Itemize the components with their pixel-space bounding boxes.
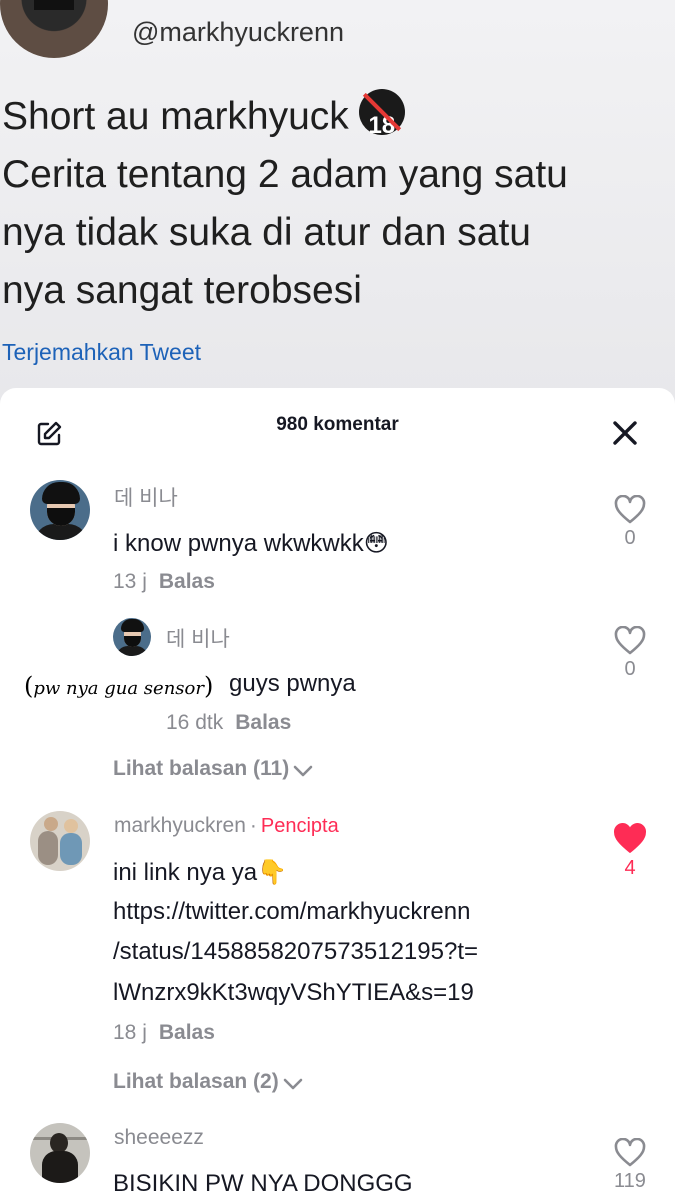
reply-username[interactable]: 데 비나 [166, 623, 230, 653]
tweet-avatar [0, 0, 108, 58]
close-icon[interactable] [612, 420, 638, 446]
comment-text: BISIKIN PW NYA DONGGG [113, 1170, 413, 1197]
chevron-down-icon [293, 765, 313, 777]
avatar[interactable] [30, 811, 90, 871]
creator-badge: Pencipta [260, 815, 339, 837]
comment-text: i know pwnya wkwkwkk😳 [113, 530, 389, 557]
heart-icon [614, 495, 646, 524]
reply-button[interactable]: Balas [235, 711, 291, 734]
reply-time: 16 dtk [166, 711, 224, 734]
age-restriction-icon: 18 [358, 89, 405, 139]
tweet-line-1: Short au markhyuck [2, 95, 349, 138]
comment-link-line[interactable]: https://twitter.com/markhyuckrenn [113, 898, 470, 926]
like-button[interactable]: 4 [610, 823, 650, 880]
reply-meta: 16 dtk Balas [166, 711, 291, 735]
heart-icon [614, 1138, 646, 1167]
comment-meta: 18 j Balas [113, 1021, 215, 1045]
tweet-handle: @markhyuckrenn [132, 17, 344, 47]
view-replies-button[interactable]: Lihat balasan (11) [113, 757, 313, 781]
like-button[interactable]: 0 [610, 626, 650, 681]
comment-time: 13 j [113, 570, 147, 593]
like-count: 0 [624, 527, 636, 549]
like-button[interactable]: 119 [610, 1138, 650, 1193]
comment-username-row: markhyuckren · Pencipta [114, 814, 339, 837]
comment-username[interactable]: sheeeezz [114, 1126, 204, 1150]
avatar[interactable] [113, 618, 151, 656]
comment-link-line[interactable]: lWnzrx9kKt3wqyVShYTIEA&s=19 [113, 979, 474, 1007]
like-count: 4 [624, 857, 636, 879]
comment-username[interactable]: markhyuckren [114, 814, 246, 837]
avatar[interactable] [30, 480, 90, 540]
avatar[interactable] [30, 1123, 90, 1183]
like-button[interactable]: 0 [610, 495, 650, 550]
handwritten-annotation: (pw nya gua sensor) [24, 672, 214, 700]
chevron-down-icon [283, 1078, 303, 1090]
reply-button[interactable]: Balas [159, 570, 215, 593]
comment-username[interactable]: 데 비나 [114, 482, 178, 512]
heart-filled-icon [614, 823, 646, 853]
comment-text-line: ini link nya ya👇 [113, 859, 287, 886]
heart-icon [614, 626, 646, 655]
comment-meta: 13 j Balas [113, 570, 215, 594]
tweet-line-4: nya sangat terobsesi [2, 269, 362, 312]
like-count: 0 [624, 658, 636, 680]
like-count: 119 [614, 1170, 646, 1192]
tweet-line-3: nya tidak suka di atur dan satu [2, 211, 531, 254]
comment-sheet: 980 komentar 데 비나 i know pwnya wkwkwkk😳 … [0, 388, 675, 1200]
translate-tweet-link[interactable]: Terjemahkan Tweet [2, 339, 201, 366]
comment-time: 18 j [113, 1021, 147, 1044]
tweet-line-2: Cerita tentang 2 adam yang satu [2, 153, 568, 196]
comment-link-line[interactable]: /status/1458858207573512195?t= [113, 938, 478, 966]
view-replies-button[interactable]: Lihat balasan (2) [113, 1070, 303, 1094]
tweet-card: @markhyuckrenn Short au markhyuck 18 Ceri… [0, 0, 675, 400]
comment-count-title: 980 komentar [276, 414, 399, 435]
reply-text: guys pwnya [229, 670, 356, 697]
tweet-text: Short au markhyuck 18 Cerita tentang 2 ad… [2, 88, 672, 320]
reply-button[interactable]: Balas [159, 1021, 215, 1044]
